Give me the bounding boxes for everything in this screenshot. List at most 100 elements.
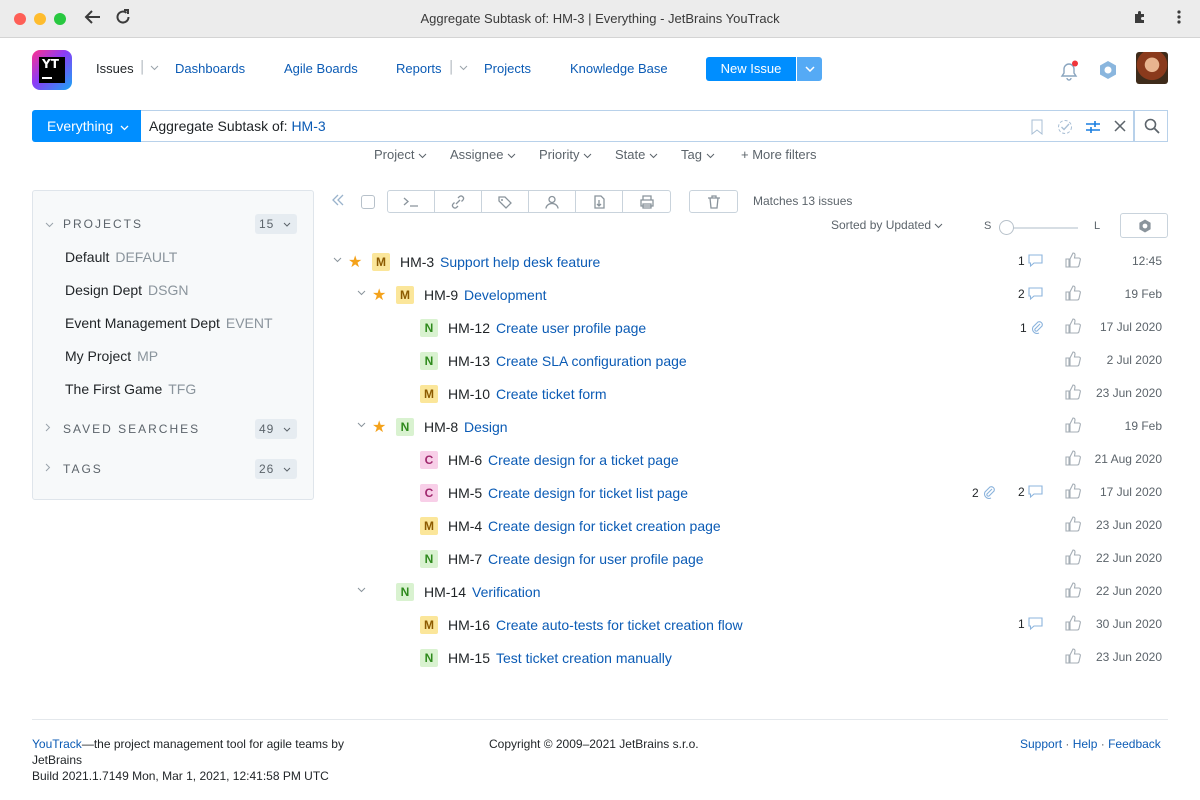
issue-row[interactable]: M HM-10 Create ticket form 23 Jun 2020 xyxy=(330,377,1170,410)
saved-searches-count-dropdown[interactable]: 49 xyxy=(255,419,297,439)
puzzle-icon[interactable] xyxy=(1132,9,1148,30)
issue-id[interactable]: HM-15 xyxy=(448,650,490,666)
priority-badge[interactable]: M xyxy=(372,253,390,271)
support-link[interactable]: Support xyxy=(1020,737,1062,751)
issue-row[interactable]: M HM-16 Create auto-tests for ticket creat… xyxy=(330,608,1170,641)
vote-thumbs-up-icon[interactable] xyxy=(1065,582,1081,601)
tags-expand-icon[interactable] xyxy=(45,463,51,475)
kebab-menu-icon[interactable] xyxy=(1176,9,1182,30)
vote-thumbs-up-icon[interactable] xyxy=(1065,351,1081,370)
vote-thumbs-up-icon[interactable] xyxy=(1065,417,1081,436)
issue-summary-link[interactable]: Support help desk feature xyxy=(440,254,600,270)
issue-id[interactable]: HM-16 xyxy=(448,617,490,633)
comments-count[interactable]: 1 xyxy=(1018,254,1043,270)
sidebar-project-design-dept[interactable]: Design Dept DSGN xyxy=(65,282,189,298)
attachments-count[interactable]: 2 xyxy=(972,485,996,502)
issue-row[interactable]: N HM-7 Create design for user profile page… xyxy=(330,542,1170,575)
row-size-slider[interactable] xyxy=(1003,227,1078,229)
vote-thumbs-up-icon[interactable] xyxy=(1065,549,1081,568)
priority-badge[interactable]: N xyxy=(420,649,438,667)
issue-row[interactable]: N HM-12 Create user profile page 1 17 Jul 2… xyxy=(330,311,1170,344)
issue-id[interactable]: HM-13 xyxy=(448,353,490,369)
vote-thumbs-up-icon[interactable] xyxy=(1065,615,1081,634)
tags-count-dropdown[interactable]: 26 xyxy=(255,459,297,479)
priority-badge[interactable]: C xyxy=(420,451,438,469)
command-button[interactable] xyxy=(388,191,435,212)
tag-button[interactable] xyxy=(482,191,529,212)
priority-badge[interactable]: N xyxy=(396,583,414,601)
export-button[interactable] xyxy=(576,191,623,212)
nav-agile-boards[interactable]: Agile Boards xyxy=(284,61,358,76)
new-issue-dropdown-button[interactable] xyxy=(797,57,822,81)
issue-summary-link[interactable]: Create design for ticket creation page xyxy=(488,518,721,534)
issue-summary-link[interactable]: Verification xyxy=(472,584,540,600)
issue-id[interactable]: HM-12 xyxy=(448,320,490,336)
search-input[interactable]: Aggregate Subtask of: HM-3 xyxy=(141,110,1134,142)
search-scope-button[interactable]: Everything xyxy=(32,110,141,142)
filter-priority[interactable]: Priority xyxy=(539,147,592,162)
issue-summary-link[interactable]: Create ticket form xyxy=(496,386,606,402)
issue-id[interactable]: HM-8 xyxy=(424,419,458,435)
filter-state[interactable]: State xyxy=(615,147,658,162)
vote-thumbs-up-icon[interactable] xyxy=(1065,318,1081,337)
expand-chevron-icon[interactable] xyxy=(357,288,366,299)
nav-reports[interactable]: Reports xyxy=(396,61,442,76)
issue-summary-link[interactable]: Create auto-tests for ticket creation fl… xyxy=(496,617,743,633)
issue-row[interactable]: N HM-15 Test ticket creation manually 23 Ju… xyxy=(330,641,1170,674)
saved-search-check-icon[interactable] xyxy=(1057,119,1073,138)
star-icon[interactable]: ★ xyxy=(348,252,362,272)
vote-thumbs-up-icon[interactable] xyxy=(1065,516,1081,535)
issue-summary-link[interactable]: Create SLA configuration page xyxy=(496,353,687,369)
row-size-slider-handle[interactable] xyxy=(999,220,1014,235)
nav-issues[interactable]: Issues xyxy=(96,61,134,76)
issue-row[interactable]: ★ N HM-8 Design 19 Feb xyxy=(330,410,1170,443)
issue-id[interactable]: HM-10 xyxy=(448,386,490,402)
priority-badge[interactable]: N xyxy=(420,352,438,370)
issue-summary-link[interactable]: Test ticket creation manually xyxy=(496,650,672,666)
nav-dashboards[interactable]: Dashboards xyxy=(175,61,245,76)
issue-row[interactable]: C HM-5 Create design for ticket list page 2… xyxy=(330,476,1170,509)
issue-id[interactable]: HM-7 xyxy=(448,551,482,567)
filter-assignee[interactable]: Assignee xyxy=(450,147,516,162)
issue-row[interactable]: M HM-4 Create design for ticket creation p… xyxy=(330,509,1170,542)
star-icon[interactable]: ★ xyxy=(372,417,386,437)
issue-row[interactable]: N HM-13 Create SLA configuration page 2 Jul… xyxy=(330,344,1170,377)
notifications-bell-icon[interactable] xyxy=(1058,60,1080,85)
assign-button[interactable] xyxy=(529,191,576,212)
priority-badge[interactable]: M xyxy=(396,286,414,304)
tags-section-header[interactable]: TAGS xyxy=(63,462,103,476)
issue-summary-link[interactable]: Create design for ticket list page xyxy=(488,485,688,501)
star-icon[interactable]: ★ xyxy=(372,285,386,305)
nav-issues-dropdown[interactable]: │ xyxy=(139,60,159,74)
comments-count[interactable]: 1 xyxy=(1018,617,1043,633)
more-filters-button[interactable]: + More filters xyxy=(741,147,817,162)
bookmark-icon[interactable] xyxy=(1031,119,1043,138)
issue-summary-link[interactable]: Development xyxy=(464,287,547,303)
filter-settings-icon[interactable] xyxy=(1085,119,1101,138)
issue-id[interactable]: HM-6 xyxy=(448,452,482,468)
print-button[interactable] xyxy=(623,191,670,212)
clear-search-icon[interactable] xyxy=(1113,119,1127,136)
help-link[interactable]: Help xyxy=(1073,737,1098,751)
issue-row[interactable]: ★ M HM-3 Support help desk feature 1 12:45 xyxy=(330,245,1170,278)
priority-badge[interactable]: N xyxy=(420,319,438,337)
link-button[interactable] xyxy=(435,191,482,212)
youtrack-logo[interactable]: YT xyxy=(32,50,72,90)
collapse-sidebar-icon[interactable] xyxy=(331,193,345,209)
user-avatar[interactable] xyxy=(1136,52,1168,84)
filter-tag[interactable]: Tag xyxy=(681,147,715,162)
saved-searches-expand-icon[interactable] xyxy=(45,423,51,435)
saved-searches-section-header[interactable]: SAVED SEARCHES xyxy=(63,422,200,436)
priority-badge[interactable]: C xyxy=(420,484,438,502)
vote-thumbs-up-icon[interactable] xyxy=(1065,285,1081,304)
help-hexagon-icon[interactable] xyxy=(1098,60,1118,83)
delete-button[interactable] xyxy=(690,191,737,212)
sidebar-project-event-management[interactable]: Event Management Dept EVENT xyxy=(65,315,273,331)
vote-thumbs-up-icon[interactable] xyxy=(1065,384,1081,403)
expand-chevron-icon[interactable] xyxy=(333,255,342,266)
projects-section-header[interactable]: PROJECTS xyxy=(63,217,143,231)
issue-summary-link[interactable]: Create user profile page xyxy=(496,320,646,336)
issue-id[interactable]: HM-4 xyxy=(448,518,482,534)
priority-badge[interactable]: M xyxy=(420,517,438,535)
issue-id[interactable]: HM-3 xyxy=(400,254,434,270)
